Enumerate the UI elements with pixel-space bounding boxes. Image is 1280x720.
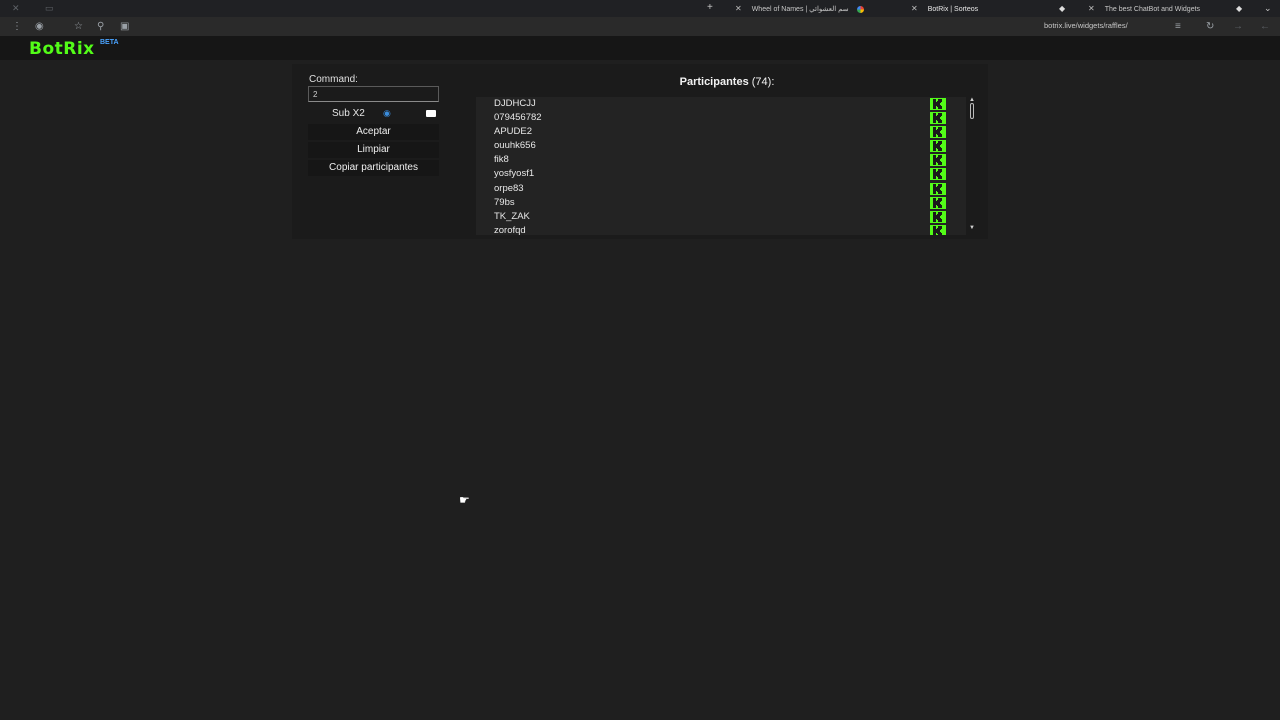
participant-name: zorofqd <box>494 225 526 235</box>
command-input[interactable] <box>308 86 439 102</box>
participants-title: Participantes <box>679 76 749 88</box>
participants-scrollbar[interactable]: ▲ ▼ <box>966 97 978 235</box>
kick-icon <box>930 112 946 124</box>
list-item: ouuhk656 <box>476 139 966 153</box>
close-tab-icon[interactable]: ✕ <box>735 4 742 13</box>
botrix-favicon-icon: ◆ <box>1059 4 1066 13</box>
participant-name: 079456782 <box>494 112 542 123</box>
app-header: BotRix BETA <box>0 36 1280 60</box>
participant-name: 79bs <box>494 197 515 208</box>
list-item: APUDE2 <box>476 125 966 139</box>
kick-icon <box>930 211 946 223</box>
scrollbar-thumb[interactable] <box>970 103 974 119</box>
list-item: 079456782 <box>476 111 966 125</box>
list-item: 79bs <box>476 196 966 210</box>
list-item: DJDHCJJ <box>476 97 966 111</box>
participant-name: fik8 <box>494 154 509 165</box>
accept-button[interactable]: Aceptar <box>308 124 439 140</box>
botrix-logo[interactable]: BotRix <box>29 39 95 59</box>
copy-participants-button[interactable]: Copiar participantes <box>308 160 439 176</box>
reload-icon[interactable]: ↻ <box>1206 19 1214 34</box>
tab-botrix-home[interactable]: ✕ The best ChatBot and Widgets ◆ <box>1088 2 1248 15</box>
participant-name: TK_ZAK <box>494 211 530 222</box>
list-item: TK_ZAK <box>476 210 966 224</box>
eye-icon[interactable]: ◉ <box>35 19 44 34</box>
bookmark-star-icon[interactable]: ☆ <box>74 19 83 34</box>
sub-x2-checkbox[interactable] <box>426 110 436 117</box>
tab-label: Wheel of Names | سم العشوائي <box>751 6 849 13</box>
sub-x2-label: Sub X2 <box>332 108 365 119</box>
kick-icon <box>930 154 946 166</box>
kick-icon <box>930 168 946 180</box>
browser-toolbar: ⋮ ◉ ☆ ⚲ ▣ botrix.live/widgets/raffles/ ≡… <box>0 17 1280 36</box>
new-tab-icon[interactable]: + <box>707 2 713 13</box>
list-item: zorofqd <box>476 224 966 235</box>
participants-list[interactable]: DJDHCJJ 079456782 APUDE2 ouuhk656 fik8 y… <box>476 97 966 235</box>
participant-name: yosfyosf1 <box>494 168 535 179</box>
browser-tab-strip: ✕ ▭ + ✕ Wheel of Names | سم العشوائي ✕ Bot… <box>0 0 1280 17</box>
tab-label: BotRix | Sorteos <box>927 6 979 13</box>
participants-count: (74): <box>751 76 775 88</box>
zoom-icon[interactable]: ⚲ <box>97 19 104 34</box>
list-item: fik8 <box>476 153 966 167</box>
restore-window-icon[interactable]: ▭ <box>45 3 54 14</box>
back-icon[interactable]: ← <box>1260 19 1270 34</box>
kick-icon <box>930 197 946 209</box>
kick-icon <box>930 183 946 195</box>
scroll-down-icon[interactable]: ▼ <box>969 225 975 231</box>
hand-cursor-icon: ☛ <box>459 493 470 507</box>
info-eye-icon[interactable]: ◉ <box>383 108 391 119</box>
participant-name: APUDE2 <box>494 126 533 137</box>
menu-icon[interactable]: ⋮ <box>12 19 22 34</box>
kick-icon <box>930 140 946 152</box>
cast-icon[interactable]: ▣ <box>120 19 129 34</box>
tab-wheel-of-names[interactable]: ✕ Wheel of Names | سم العشوائي <box>735 2 895 15</box>
participants-heading: Participantes (74): <box>476 76 978 88</box>
list-item: orpe83 <box>476 182 966 196</box>
tab-search-chevron-icon[interactable]: ⌄ <box>1264 3 1272 14</box>
clear-button[interactable]: Limpiar <box>308 142 439 158</box>
participant-name: DJDHCJJ <box>494 98 536 109</box>
address-bar[interactable]: botrix.live/widgets/raffles/ <box>1044 21 1128 30</box>
wheel-favicon-icon <box>856 5 864 13</box>
kick-icon <box>930 98 946 110</box>
close-window-icon[interactable]: ✕ <box>12 3 20 14</box>
beta-badge: BETA <box>100 39 119 46</box>
botrix-favicon-icon: ◆ <box>1236 4 1243 13</box>
tab-botrix-sorteos[interactable]: ✕ BotRix | Sorteos ◆ <box>911 2 1071 15</box>
list-item: yosfyosf1 <box>476 167 966 181</box>
command-label: Command: <box>309 74 358 85</box>
participant-name: ouuhk656 <box>494 140 536 151</box>
forward-icon[interactable]: → <box>1233 19 1243 34</box>
kick-icon <box>930 225 946 235</box>
tab-label: The best ChatBot and Widgets <box>1104 6 1201 13</box>
close-tab-icon[interactable]: ✕ <box>911 4 918 13</box>
participant-name: orpe83 <box>494 183 524 194</box>
site-settings-icon[interactable]: ≡ <box>1175 19 1181 34</box>
close-tab-icon[interactable]: ✕ <box>1088 4 1095 13</box>
kick-icon <box>930 126 946 138</box>
